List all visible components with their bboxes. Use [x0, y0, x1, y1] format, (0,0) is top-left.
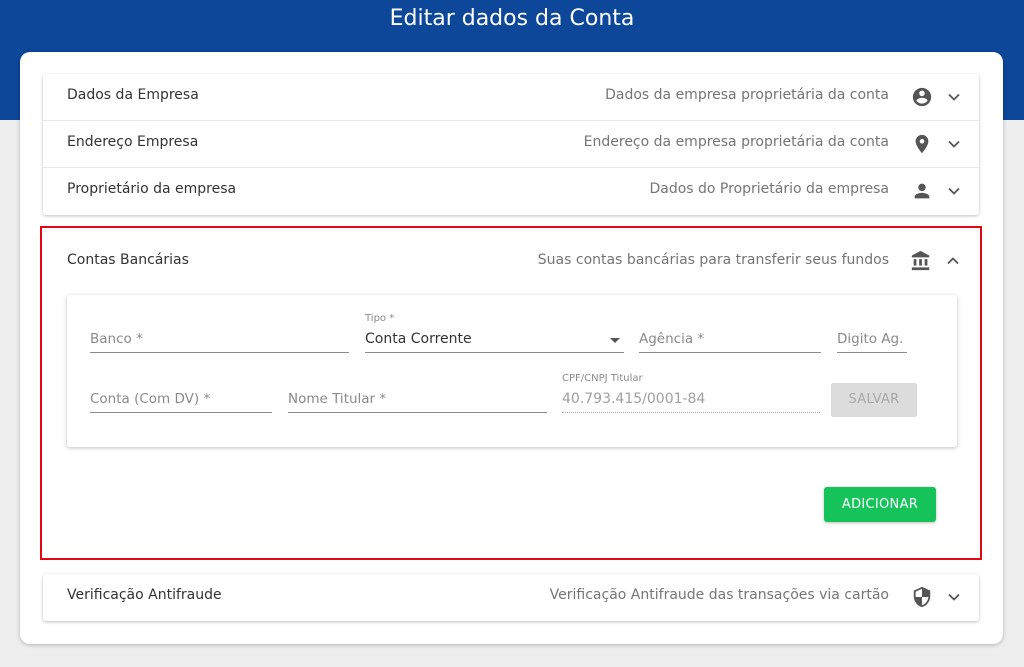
conta-field[interactable]: Conta (Com DV) *: [90, 385, 272, 413]
agencia-placeholder: Agência *: [639, 331, 705, 347]
antifraud-panel: Verificação Antifraude Verificação Antif…: [43, 574, 979, 621]
person-icon: [911, 180, 933, 202]
bank-icon: [910, 250, 932, 272]
digito-placeholder: Digito Ag.: [837, 331, 904, 347]
digito-ag-field[interactable]: Digito Ag.: [837, 325, 907, 353]
section-title: Dados da Empresa: [67, 87, 199, 103]
location-pin-icon: [911, 133, 933, 155]
chevron-up-icon[interactable]: [946, 254, 960, 268]
section-endereco-empresa[interactable]: Endereço Empresa Endereço da empresa pro…: [43, 121, 979, 168]
banco-placeholder: Banco *: [90, 331, 143, 347]
tipo-select[interactable]: Tipo * Conta Corrente: [365, 313, 624, 353]
section-description: Suas contas bancárias para transferir se…: [537, 252, 889, 268]
cpf-value: 40.793.415/0001-84: [562, 391, 706, 407]
section-dados-empresa[interactable]: Dados da Empresa Dados da empresa propri…: [43, 74, 979, 121]
save-button[interactable]: SALVAR: [831, 383, 917, 417]
page-title: Editar dados da Conta: [389, 6, 635, 31]
section-description: Dados da empresa proprietária da conta: [605, 87, 889, 103]
chevron-down-icon[interactable]: [947, 590, 961, 604]
bank-account-form: Banco * Tipo * Conta Corrente Agência * …: [67, 295, 957, 447]
banco-field[interactable]: Banco *: [90, 325, 349, 353]
cpf-cnpj-field: CPF/CNPJ Titular 40.793.415/0001-84: [562, 373, 820, 413]
section-description: Endereço da empresa proprietária da cont…: [583, 134, 889, 150]
section-contas-bancarias: Contas Bancárias Suas contas bancárias p…: [40, 226, 982, 560]
chevron-down-icon[interactable]: [947, 137, 961, 151]
nome-titular-field[interactable]: Nome Titular *: [288, 385, 547, 413]
cpf-label: CPF/CNPJ Titular: [562, 373, 643, 384]
section-title: Verificação Antifraude: [67, 587, 222, 603]
dropdown-arrow-icon: [610, 338, 620, 343]
account-circle-icon: [911, 86, 933, 108]
section-verificacao-antifraude[interactable]: Verificação Antifraude Verificação Antif…: [43, 574, 979, 621]
nome-placeholder: Nome Titular *: [288, 391, 387, 407]
section-description: Verificação Antifraude das transações vi…: [549, 587, 889, 603]
section-title: Endereço Empresa: [67, 134, 199, 150]
chevron-down-icon[interactable]: [947, 184, 961, 198]
section-proprietario[interactable]: Proprietário da empresa Dados do Proprie…: [43, 168, 979, 215]
add-button[interactable]: ADICIONAR: [824, 487, 936, 522]
tipo-label: Tipo *: [365, 313, 395, 324]
section-title: Proprietário da empresa: [67, 181, 237, 197]
chevron-down-icon[interactable]: [947, 90, 961, 104]
section-title: Contas Bancárias: [67, 252, 189, 268]
shield-icon: [911, 586, 933, 608]
agencia-field[interactable]: Agência *: [639, 325, 821, 353]
sections-panel: Dados da Empresa Dados da empresa propri…: [43, 74, 979, 215]
conta-placeholder: Conta (Com DV) *: [90, 391, 211, 407]
section-description: Dados do Proprietário da empresa: [649, 181, 889, 197]
tipo-value: Conta Corrente: [365, 331, 472, 347]
